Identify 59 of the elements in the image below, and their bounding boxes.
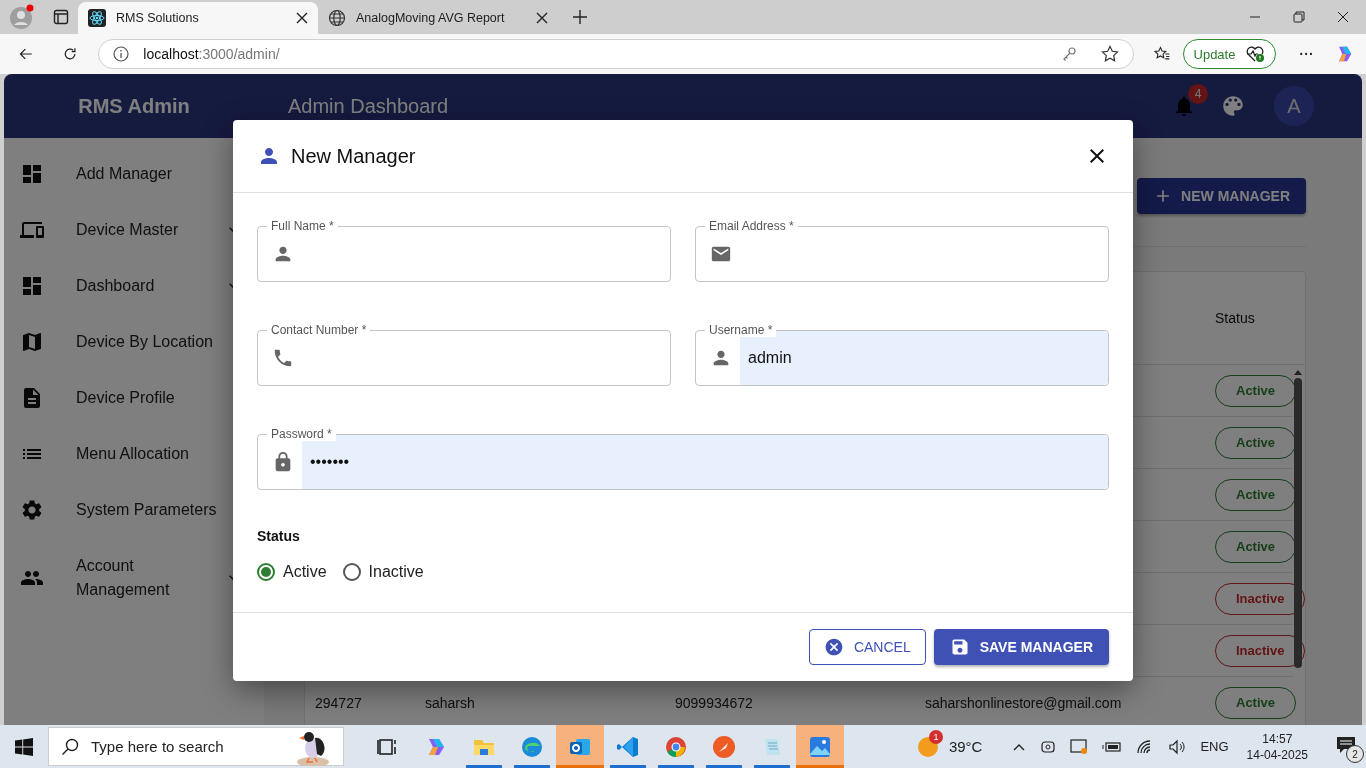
table-cell-text: saharsh [424, 694, 476, 711]
settings-icon [20, 498, 44, 522]
new-manager-button[interactable]: NEW MANAGER [1137, 178, 1306, 214]
windows-logo-icon[interactable] [15, 737, 33, 756]
table-cell-text: 294727 [314, 694, 363, 711]
dialog-title: New Manager [291, 144, 417, 168]
browser-tab[interactable]: RMS Solutions [78, 2, 318, 34]
profile-icon[interactable] [9, 4, 35, 30]
search-icon [61, 737, 79, 756]
radio-option[interactable]: Active [257, 552, 327, 592]
rocket-circle-icon [711, 733, 737, 760]
notification-count-badge: 2 [1346, 745, 1364, 763]
heart-pulse-icon [1245, 45, 1266, 63]
cancel-button[interactable]: CANCEL [808, 629, 926, 665]
globe-icon [328, 9, 346, 27]
scroll-up-arrow-icon[interactable] [1293, 368, 1303, 376]
radio-option[interactable]: Inactive [342, 552, 424, 592]
status-label: Status [257, 528, 301, 544]
table-cell-text: 9099934672 [674, 694, 754, 711]
dashboard-icon [20, 274, 44, 298]
cancel-icon [823, 637, 844, 657]
clock-time: 14:57 [1262, 731, 1293, 746]
address-bar[interactable]: localhost:3000/admin/ [98, 39, 1135, 69]
taskbar-search-field[interactable]: Type here to search [48, 727, 344, 766]
clock-date: 14-04-2025 [1246, 747, 1308, 762]
update-button[interactable]: Update [1182, 39, 1277, 69]
taskbar-app[interactable] [556, 725, 604, 768]
save-manager-button[interactable]: SAVE MANAGER [933, 629, 1109, 665]
info-icon [113, 46, 130, 62]
radio-button[interactable] [342, 563, 361, 581]
temperature-text: 39°C [948, 738, 983, 755]
browser-tab[interactable]: AnalogMoving AVG Report [318, 2, 558, 34]
palette-icon[interactable] [1220, 93, 1246, 119]
speaker-icon[interactable] [1168, 738, 1187, 755]
url-text: localhost:3000/admin/ [143, 46, 281, 62]
app-brand: RMS Admin [77, 94, 191, 118]
table-cell-text: saharshonlinestore@gmail.com [924, 694, 1123, 711]
close-icon[interactable] [1336, 10, 1350, 24]
tab-actions-icon[interactable] [53, 9, 69, 25]
map-icon [20, 330, 44, 354]
page-title: Admin Dashboard [287, 94, 450, 118]
battery-icon[interactable] [1102, 739, 1123, 754]
monitor-alert-icon[interactable] [1070, 738, 1089, 755]
weather-badge: 1 [928, 729, 943, 744]
radio-button[interactable] [257, 563, 275, 581]
new-tab-icon[interactable] [572, 9, 588, 25]
notification-badge: 4 [1188, 84, 1208, 104]
key-icon[interactable] [1061, 46, 1078, 62]
scrollbar[interactable] [1293, 368, 1303, 668]
dashboard-icon [20, 162, 44, 186]
column-header: Status [1215, 310, 1255, 326]
language-indicator[interactable]: ENG [1200, 739, 1229, 754]
close-icon[interactable] [296, 12, 308, 24]
close-icon[interactable] [536, 12, 548, 24]
phone-icon [272, 347, 294, 369]
star-icon[interactable] [1101, 45, 1120, 63]
restore-icon[interactable] [1292, 10, 1306, 24]
atom-icon [88, 9, 106, 27]
camera-icon[interactable] [1040, 738, 1057, 755]
